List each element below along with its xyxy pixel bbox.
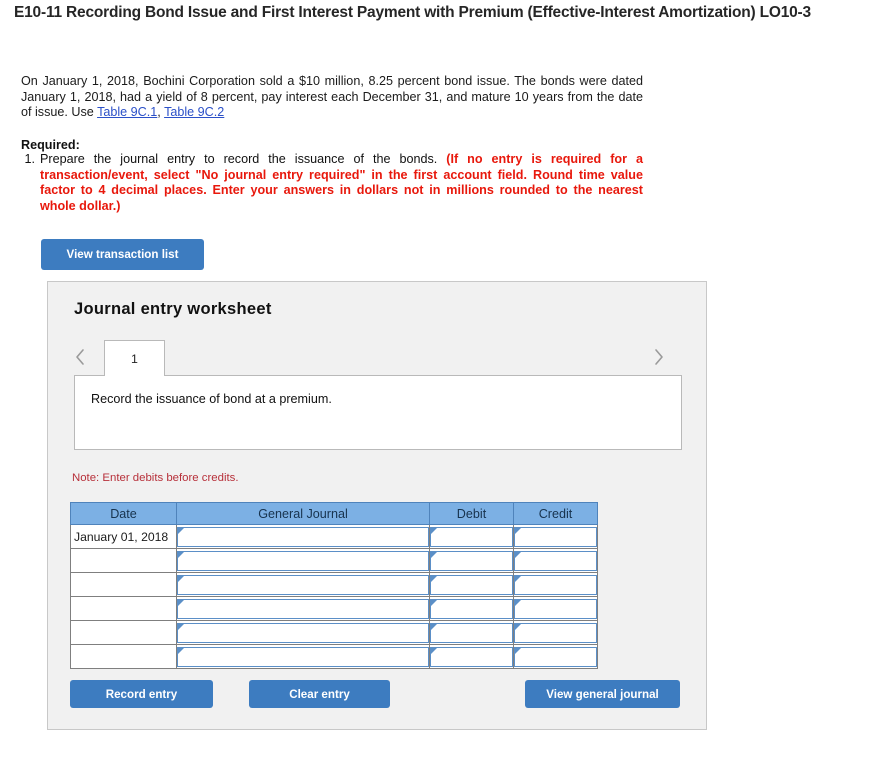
view-transaction-list-button[interactable]: View transaction list xyxy=(41,239,204,270)
credit-input[interactable] xyxy=(514,646,597,667)
account-select[interactable] xyxy=(177,622,429,643)
debit-input[interactable] xyxy=(430,622,513,643)
credit-cell[interactable] xyxy=(513,548,598,573)
general-journal-cell[interactable] xyxy=(176,548,430,573)
date-cell[interactable] xyxy=(70,620,177,645)
general-journal-cell[interactable] xyxy=(176,644,430,669)
journal-entry-worksheet-card: Journal entry worksheet 1 Record the iss… xyxy=(47,281,707,730)
credit-cell[interactable] xyxy=(513,620,598,645)
debit-input[interactable] xyxy=(430,646,513,667)
credit-cell[interactable] xyxy=(513,572,598,597)
column-header-debit: Debit xyxy=(429,502,514,525)
worksheet-heading: Journal entry worksheet xyxy=(74,300,272,318)
journal-entry-table: Date General Journal Debit Credit Januar… xyxy=(70,502,598,669)
record-entry-button[interactable]: Record entry xyxy=(70,680,213,708)
general-journal-cell[interactable] xyxy=(176,572,430,597)
credit-cell[interactable] xyxy=(513,596,598,621)
credit-input[interactable] xyxy=(514,598,597,619)
debit-cell[interactable] xyxy=(429,644,514,669)
table-9c2-link[interactable]: Table 9C.2 xyxy=(164,105,224,119)
required-item-number: 1. xyxy=(24,152,35,166)
debit-input[interactable] xyxy=(430,526,513,547)
date-cell[interactable]: January 01, 2018 xyxy=(70,524,177,549)
account-select[interactable] xyxy=(177,574,429,595)
clear-entry-button[interactable]: Clear entry xyxy=(249,680,390,708)
table-row xyxy=(70,572,598,597)
credit-input[interactable] xyxy=(514,574,597,595)
debit-cell[interactable] xyxy=(429,572,514,597)
credit-cell[interactable] xyxy=(513,644,598,669)
account-select[interactable] xyxy=(177,598,429,619)
debit-cell[interactable] xyxy=(429,596,514,621)
exercise-page: E10-11 Recording Bond Issue and First In… xyxy=(0,0,893,773)
view-general-journal-button[interactable]: View general journal xyxy=(525,680,680,708)
page-title: E10-11 Recording Bond Issue and First In… xyxy=(14,4,811,21)
column-header-credit: Credit xyxy=(513,502,598,525)
debits-before-credits-note: Note: Enter debits before credits. xyxy=(72,472,239,484)
chevron-right-icon[interactable] xyxy=(648,344,670,370)
required-label: Required: xyxy=(21,138,80,152)
general-journal-cell[interactable] xyxy=(176,620,430,645)
date-cell[interactable] xyxy=(70,548,177,573)
worksheet-tabstrip: 1 xyxy=(48,340,708,376)
required-list: 1. Prepare the journal entry to record t… xyxy=(21,152,643,214)
debit-cell[interactable] xyxy=(429,620,514,645)
table-row xyxy=(70,596,598,621)
account-select[interactable] xyxy=(177,526,429,547)
credit-input[interactable] xyxy=(514,550,597,571)
tab-1-label: 1 xyxy=(131,351,138,366)
credit-input[interactable] xyxy=(514,526,597,547)
required-instruction: Prepare the journal entry to record the … xyxy=(40,152,447,166)
table-row xyxy=(70,548,598,573)
table-row xyxy=(70,644,598,669)
debit-cell[interactable] xyxy=(429,524,514,549)
general-journal-cell[interactable] xyxy=(176,524,430,549)
table-row: January 01, 2018 xyxy=(70,524,598,549)
problem-statement: On January 1, 2018, Bochini Corporation … xyxy=(21,74,643,121)
table-row xyxy=(70,620,598,645)
date-value: January 01, 2018 xyxy=(74,529,169,544)
account-select[interactable] xyxy=(177,646,429,667)
credit-cell[interactable] xyxy=(513,524,598,549)
debit-input[interactable] xyxy=(430,598,513,619)
transaction-description-panel: Record the issuance of bond at a premium… xyxy=(74,375,682,450)
chevron-left-icon[interactable] xyxy=(69,344,91,370)
debit-input[interactable] xyxy=(430,574,513,595)
debit-input[interactable] xyxy=(430,550,513,571)
debit-cell[interactable] xyxy=(429,548,514,573)
transaction-description: Record the issuance of bond at a premium… xyxy=(91,392,332,406)
column-header-date: Date xyxy=(70,502,177,525)
date-cell[interactable] xyxy=(70,644,177,669)
column-header-general-journal: General Journal xyxy=(176,502,430,525)
table-9c1-link[interactable]: Table 9C.1 xyxy=(97,105,157,119)
account-select[interactable] xyxy=(177,550,429,571)
tab-1[interactable]: 1 xyxy=(104,340,165,376)
required-item-text: Prepare the journal entry to record the … xyxy=(40,152,643,214)
date-cell[interactable] xyxy=(70,596,177,621)
required-item-1: 1. Prepare the journal entry to record t… xyxy=(21,152,643,214)
general-journal-cell[interactable] xyxy=(176,596,430,621)
date-cell[interactable] xyxy=(70,572,177,597)
table-header-row: Date General Journal Debit Credit xyxy=(70,502,598,525)
credit-input[interactable] xyxy=(514,622,597,643)
